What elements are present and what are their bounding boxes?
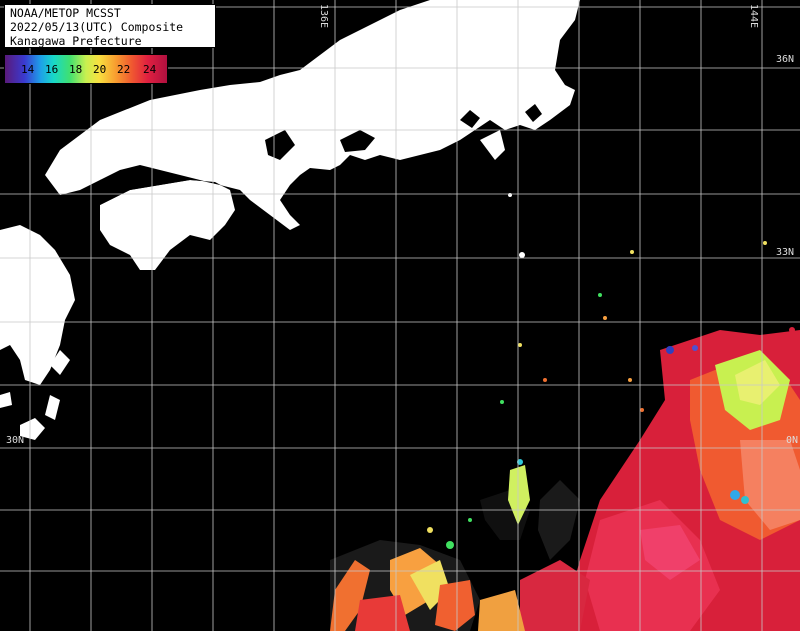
legend-tick-18: 18: [69, 63, 83, 76]
lon-label-136e: 136E: [318, 4, 329, 29]
lat-label-30n-right: 0N: [786, 435, 799, 446]
lon-label-144e: 144E: [748, 4, 759, 29]
legend-tick-24: 24: [143, 63, 157, 76]
title-line-date: 2022/05/13(UTC) Composite: [10, 20, 184, 34]
legend-tick-22: 22: [117, 63, 131, 76]
temperature-colorbar: 14 16 18 20 22 24: [4, 54, 168, 84]
lat-label-30n: 30N: [6, 435, 25, 446]
lat-label-33n: 33N: [776, 247, 795, 258]
map-title-box: NOAA/METOP MCSST 2022/05/13(UTC) Composi…: [4, 4, 216, 48]
legend-tick-14: 14: [21, 63, 35, 76]
legend-tick-16: 16: [45, 63, 59, 76]
title-line-region: Kanagawa Prefecture: [10, 34, 142, 48]
title-line-source: NOAA/METOP MCSST: [10, 6, 121, 20]
sst-map: [0, 0, 800, 631]
lat-label-36n: 36N: [776, 54, 795, 65]
legend-tick-20: 20: [93, 63, 107, 76]
